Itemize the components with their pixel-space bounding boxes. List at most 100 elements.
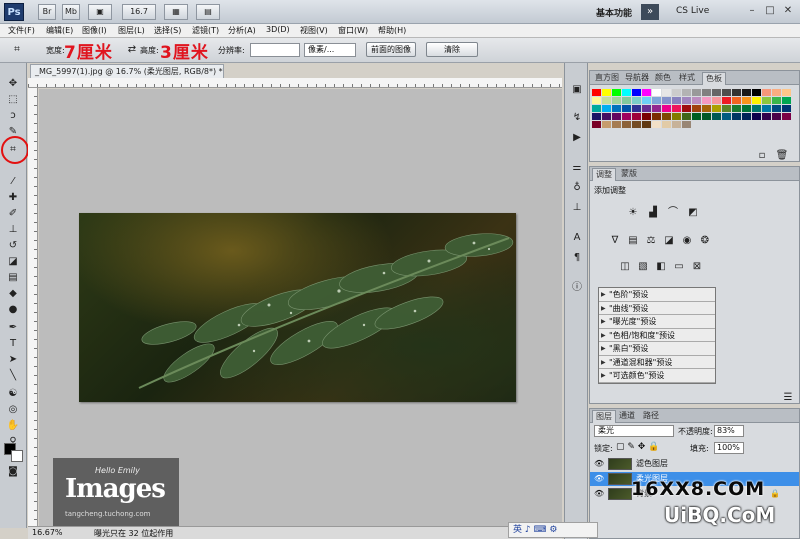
color-swatch[interactable] <box>662 113 671 120</box>
resolution-input[interactable] <box>250 43 300 57</box>
color-swatch[interactable] <box>722 113 731 120</box>
color-swatch[interactable] <box>732 97 741 104</box>
color-swatch[interactable] <box>632 89 641 96</box>
color-swatch[interactable] <box>752 97 761 104</box>
character-panel-icon[interactable]: A <box>569 231 585 245</box>
color-swatch[interactable] <box>682 89 691 96</box>
history-brush-tool-icon[interactable]: ↺ <box>4 239 22 253</box>
color-swatch[interactable] <box>682 113 691 120</box>
color-swatch[interactable] <box>712 97 721 104</box>
cs-live-button[interactable]: CS Live <box>676 6 709 16</box>
shape-tool-icon[interactable]: ╲ <box>4 369 22 383</box>
color-swatch[interactable] <box>592 121 601 128</box>
color-swatch[interactable] <box>752 113 761 120</box>
color-swatch[interactable] <box>642 89 651 96</box>
swatch-grid[interactable] <box>592 89 792 145</box>
color-swatch[interactable] <box>732 105 741 112</box>
menu-filter[interactable]: 滤镜(T) <box>192 25 219 36</box>
color-swatch[interactable] <box>662 121 671 128</box>
color-swatch[interactable] <box>752 105 761 112</box>
color-swatch[interactable] <box>732 89 741 96</box>
color-swatch[interactable] <box>782 89 791 96</box>
fill-input[interactable]: 100% <box>714 442 744 454</box>
color-swatch[interactable] <box>672 105 681 112</box>
color-swatch[interactable] <box>602 89 611 96</box>
color-swatch[interactable] <box>632 105 641 112</box>
color-swatch[interactable] <box>682 105 691 112</box>
hand-tool-icon[interactable]: ✋ <box>4 419 22 433</box>
zoom-level-select[interactable]: 16.7 <box>122 4 156 20</box>
tab-adjustments[interactable]: 调整 <box>592 168 616 181</box>
channel-mixer-icon[interactable]: ❂ <box>698 235 712 247</box>
history-panel-icon[interactable]: ↯ <box>569 111 585 125</box>
menu-file[interactable]: 文件(F) <box>8 25 35 36</box>
color-swatch[interactable] <box>772 105 781 112</box>
curves-icon[interactable]: ⌒ <box>666 207 680 219</box>
color-swatch[interactable] <box>602 105 611 112</box>
menu-image[interactable]: 图像(I) <box>82 25 107 36</box>
close-icon[interactable]: ✕ <box>780 3 796 19</box>
preset-curves[interactable]: "曲线"预设 <box>599 302 715 315</box>
color-swatch[interactable] <box>602 121 611 128</box>
color-swatch[interactable] <box>762 89 771 96</box>
tab-layers[interactable]: 图层 <box>592 410 616 423</box>
zoom-readout[interactable]: 16.67% <box>32 528 63 537</box>
color-swatch[interactable] <box>622 113 631 120</box>
view-extras-button[interactable]: ▣ <box>88 4 112 20</box>
brightness-contrast-icon[interactable]: ☀ <box>626 207 640 219</box>
color-swatch[interactable] <box>682 121 691 128</box>
menu-view[interactable]: 视图(V) <box>300 25 328 36</box>
color-swatch[interactable] <box>742 97 751 104</box>
marquee-tool-icon[interactable]: ⬚ <box>4 93 22 107</box>
tab-masks[interactable]: 蒙版 <box>618 168 640 179</box>
color-swatch[interactable] <box>652 97 661 104</box>
quick-mask-icon[interactable]: ◙ <box>4 465 22 479</box>
move-tool-icon[interactable]: ✥ <box>4 77 22 91</box>
color-swatch[interactable] <box>662 89 671 96</box>
color-swatch[interactable] <box>742 113 751 120</box>
color-swatch[interactable] <box>782 113 791 120</box>
front-image-button[interactable]: 前面的图像 <box>366 42 416 57</box>
color-swatch[interactable] <box>702 113 711 120</box>
blend-mode-select[interactable]: 柔光 <box>594 425 674 437</box>
color-swatch[interactable] <box>602 97 611 104</box>
blur-tool-icon[interactable]: ◆ <box>4 287 22 301</box>
exposure-icon[interactable]: ◩ <box>686 207 700 219</box>
screen-mode-button[interactable]: ▤ <box>196 4 220 20</box>
lock-icons[interactable]: ▢ ✎ ✥ 🔒 <box>616 442 659 452</box>
color-swatch[interactable] <box>692 89 701 96</box>
color-swatch[interactable] <box>652 121 661 128</box>
photo-filter-icon[interactable]: ◉ <box>680 235 694 247</box>
selective-color-icon[interactable]: ⊠ <box>690 261 704 273</box>
color-swatch[interactable] <box>772 89 781 96</box>
stamp-tool-icon[interactable]: ⊥ <box>4 223 22 237</box>
eyedropper-tool-icon[interactable]: ⁄ <box>4 175 22 189</box>
crop-tool-preset-icon[interactable]: ⌗ <box>8 43 26 57</box>
color-swatch[interactable] <box>612 121 621 128</box>
color-swatch[interactable] <box>622 105 631 112</box>
color-swatch[interactable] <box>692 113 701 120</box>
color-swatch[interactable] <box>592 113 601 120</box>
preset-hue-saturation[interactable]: "色相/饱和度"预设 <box>599 329 715 342</box>
color-swatch[interactable] <box>642 105 651 112</box>
tab-histogram[interactable]: 直方图 <box>592 72 622 83</box>
color-swatch[interactable] <box>592 89 601 96</box>
color-swatch[interactable] <box>612 105 621 112</box>
clear-button[interactable]: 清除 <box>426 42 478 57</box>
menu-3d[interactable]: 3D(D) <box>266 25 290 34</box>
menu-layer[interactable]: 图层(L) <box>118 25 145 36</box>
info-panel-icon[interactable]: ⓘ <box>569 281 585 295</box>
new-swatch-icon[interactable]: ▫ <box>754 149 770 163</box>
color-swatch[interactable] <box>722 89 731 96</box>
hue-saturation-icon[interactable]: ▤ <box>626 235 640 247</box>
leaf-photo[interactable] <box>79 213 516 402</box>
brush-presets-icon[interactable]: ⊥ <box>569 201 585 215</box>
color-swatch[interactable] <box>772 113 781 120</box>
preset-levels[interactable]: "色阶"预设 <box>599 288 715 302</box>
color-swatch[interactable] <box>762 113 771 120</box>
clone-source-icon[interactable]: ♁ <box>569 181 585 195</box>
menu-window[interactable]: 窗口(W) <box>338 25 368 36</box>
color-balance-icon[interactable]: ⚖ <box>644 235 658 247</box>
tab-navigator[interactable]: 导航器 <box>622 72 652 83</box>
background-color-swatch[interactable] <box>11 450 23 462</box>
